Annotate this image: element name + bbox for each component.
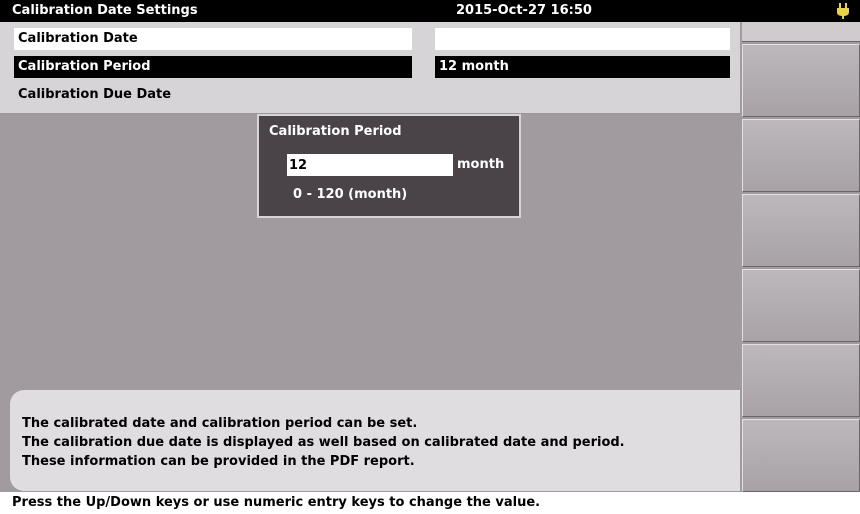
calibration-period-dialog: Calibration Period month 0 - 120 (month)	[257, 114, 521, 218]
title-bar: Calibration Date Settings 2015-Oct-27 16…	[0, 0, 860, 22]
status-bar: Press the Up/Down keys or use numeric en…	[0, 492, 860, 514]
softkey-3[interactable]	[742, 194, 860, 267]
softkey-panel	[740, 22, 860, 492]
window-title: Calibration Date Settings	[12, 3, 198, 18]
status-hint: Press the Up/Down keys or use numeric en…	[12, 495, 541, 510]
datetime-display: 2015-Oct-27 16:50	[456, 3, 592, 18]
power-plug-icon	[837, 3, 849, 19]
calibration-date-value[interactable]	[435, 28, 730, 50]
softkey-1[interactable]	[742, 44, 860, 117]
info-line: These information can be provided in the…	[22, 454, 415, 469]
settings-panel: Calibration Date Calibration Period 12 m…	[0, 22, 740, 114]
period-input[interactable]	[287, 154, 453, 176]
calibration-period-row[interactable]: Calibration Period	[14, 56, 412, 78]
calibration-date-row[interactable]: Calibration Date	[14, 28, 412, 50]
softkey-5[interactable]	[742, 344, 860, 417]
softkey-6[interactable]	[742, 419, 860, 492]
softkey-2[interactable]	[742, 119, 860, 192]
calibration-due-date-row[interactable]: Calibration Due Date	[14, 84, 412, 106]
softkey-header	[742, 22, 860, 42]
period-unit-label: month	[457, 157, 505, 172]
info-box: The calibrated date and calibration peri…	[10, 390, 740, 491]
info-line: The calibration due date is displayed as…	[22, 435, 625, 450]
calibration-period-value[interactable]: 12 month	[435, 56, 730, 78]
info-line: The calibrated date and calibration peri…	[22, 416, 418, 431]
calibration-due-date-value	[435, 84, 730, 106]
softkey-4[interactable]	[742, 269, 860, 342]
period-range-label: 0 - 120 (month)	[293, 187, 408, 202]
dialog-title: Calibration Period	[269, 124, 402, 139]
